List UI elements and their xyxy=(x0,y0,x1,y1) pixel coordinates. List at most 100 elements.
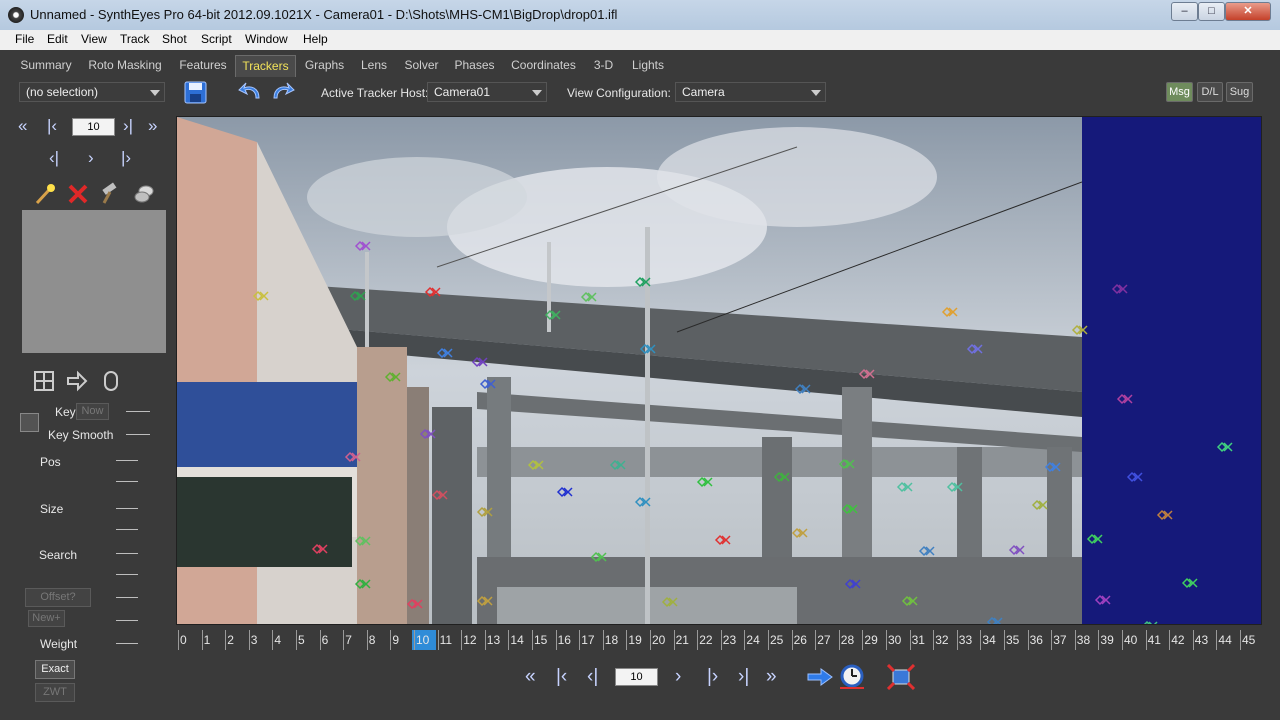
color-swatch[interactable] xyxy=(20,413,39,432)
menu-help[interactable]: Help xyxy=(303,32,328,46)
close-button[interactable]: ✕ xyxy=(1225,2,1271,21)
step-forward-icon[interactable]: |› xyxy=(121,148,131,168)
tracker-marker[interactable] xyxy=(1111,283,1128,295)
tracker-marker[interactable] xyxy=(714,534,731,546)
arrow-right-icon[interactable] xyxy=(66,370,88,392)
tab-features[interactable]: Features xyxy=(175,55,231,77)
last-frame-icon[interactable]: ›| xyxy=(738,666,749,688)
dl-button[interactable]: D/L xyxy=(1197,82,1223,102)
lock-icon[interactable] xyxy=(132,182,156,206)
wand-icon[interactable] xyxy=(33,182,57,206)
tracker-marker[interactable] xyxy=(609,459,626,471)
tracker-marker[interactable] xyxy=(986,616,1003,625)
tracker-marker[interactable] xyxy=(311,543,328,555)
step-forward-icon[interactable]: |› xyxy=(707,666,718,688)
menu-file[interactable]: File xyxy=(15,32,34,46)
menu-window[interactable]: Window xyxy=(245,32,288,46)
tracker-marker[interactable] xyxy=(1031,499,1048,511)
msg-button[interactable]: Msg xyxy=(1166,82,1193,102)
play-icon[interactable]: › xyxy=(88,148,94,168)
frame-number-input[interactable]: 10 xyxy=(72,118,115,136)
tracker-marker[interactable] xyxy=(844,578,861,590)
zwt-button[interactable]: ZWT xyxy=(35,683,75,702)
tracker-marker[interactable] xyxy=(794,383,811,395)
tracker-marker[interactable] xyxy=(580,291,597,303)
tracker-marker[interactable] xyxy=(252,290,269,302)
pos-y-field[interactable] xyxy=(116,481,138,482)
tab-3d[interactable]: 3-D xyxy=(589,55,618,77)
tracker-marker[interactable] xyxy=(1181,577,1198,589)
save-icon[interactable] xyxy=(184,81,207,104)
maximize-button[interactable]: □ xyxy=(1198,2,1225,21)
view-configuration-dropdown[interactable]: Camera xyxy=(675,82,826,102)
fit-view-icon[interactable] xyxy=(887,664,915,690)
offset-x-field[interactable] xyxy=(116,597,138,598)
offset-button[interactable]: Offset? xyxy=(25,588,91,607)
tab-lens[interactable]: Lens xyxy=(356,55,392,77)
last-frame-icon[interactable]: ›| xyxy=(123,116,133,136)
tab-trackers[interactable]: Trackers xyxy=(235,55,296,77)
tracker-marker[interactable] xyxy=(858,368,875,380)
delete-icon[interactable] xyxy=(66,182,90,206)
tracker-marker[interactable] xyxy=(901,595,918,607)
tracker-marker[interactable] xyxy=(354,240,371,252)
timeline[interactable]: 0 1 2 3 4 5 6 7 8 9 10 11 12 13 14 15 16 17 18 19 20 21 22 23 24… xyxy=(176,630,1262,652)
tracker-marker[interactable] xyxy=(354,578,371,590)
menu-edit[interactable]: Edit xyxy=(47,32,68,46)
go-arrow-icon[interactable] xyxy=(806,666,834,688)
tracker-marker[interactable] xyxy=(1143,620,1158,625)
first-frame-icon[interactable]: |‹ xyxy=(47,116,57,136)
minimize-button[interactable]: – xyxy=(1171,2,1198,21)
tracker-marker[interactable] xyxy=(544,309,561,321)
search-x-field[interactable] xyxy=(116,553,138,554)
tracker-marker[interactable] xyxy=(476,506,493,518)
menu-view[interactable]: View xyxy=(81,32,107,46)
tracker-marker[interactable] xyxy=(431,489,448,501)
tracker-marker[interactable] xyxy=(1116,393,1133,405)
key-value-field[interactable] xyxy=(126,411,150,412)
tracker-marker[interactable] xyxy=(527,459,544,471)
layout-icon[interactable] xyxy=(33,370,55,392)
tracker-marker[interactable] xyxy=(419,428,436,440)
tracker-marker[interactable] xyxy=(1126,471,1143,483)
tracker-marker[interactable] xyxy=(556,486,573,498)
tracker-marker[interactable] xyxy=(696,476,713,488)
first-frame-icon[interactable]: |‹ xyxy=(556,666,567,688)
hammer-icon[interactable] xyxy=(99,182,123,206)
tracker-marker[interactable] xyxy=(1156,509,1173,521)
selection-dropdown[interactable]: (no selection) xyxy=(19,82,165,102)
tab-graphs[interactable]: Graphs xyxy=(301,55,348,77)
tracker-marker[interactable] xyxy=(661,596,678,608)
size-x-field[interactable] xyxy=(116,508,138,509)
tracker-marker[interactable] xyxy=(471,356,488,368)
tracker-marker[interactable] xyxy=(590,551,607,563)
tracker-marker[interactable] xyxy=(946,481,963,493)
tracker-overlay[interactable] xyxy=(177,117,1262,625)
rewind-start-icon[interactable]: « xyxy=(525,666,536,688)
tracker-marker[interactable] xyxy=(1008,544,1025,556)
redo-icon[interactable] xyxy=(270,80,296,102)
tracker-marker[interactable] xyxy=(406,598,423,610)
active-tracker-host-dropdown[interactable]: Camera01 xyxy=(427,82,547,102)
menu-track[interactable]: Track xyxy=(120,32,150,46)
pos-x-field[interactable] xyxy=(116,460,138,461)
undo-icon[interactable] xyxy=(237,80,263,102)
tracker-marker[interactable] xyxy=(634,496,651,508)
tab-roto-masking[interactable]: Roto Masking xyxy=(84,55,166,77)
tracker-marker[interactable] xyxy=(436,347,453,359)
play-icon[interactable]: › xyxy=(675,666,681,688)
menu-script[interactable]: Script xyxy=(201,32,232,46)
tracker-marker[interactable] xyxy=(941,306,958,318)
clock-icon[interactable] xyxy=(838,663,866,691)
tab-coordinates[interactable]: Coordinates xyxy=(506,55,581,77)
tracker-marker[interactable] xyxy=(349,290,366,302)
offset-y-field[interactable] xyxy=(116,620,138,621)
tab-lights[interactable]: Lights xyxy=(626,55,670,77)
tracker-marker[interactable] xyxy=(841,503,858,515)
tracker-marker[interactable] xyxy=(896,481,913,493)
menu-shot[interactable]: Shot xyxy=(162,32,187,46)
tracker-marker[interactable] xyxy=(838,458,855,470)
tracker-marker[interactable] xyxy=(354,535,371,547)
fast-forward-end-icon[interactable]: » xyxy=(148,116,157,136)
size-y-field[interactable] xyxy=(116,529,138,530)
